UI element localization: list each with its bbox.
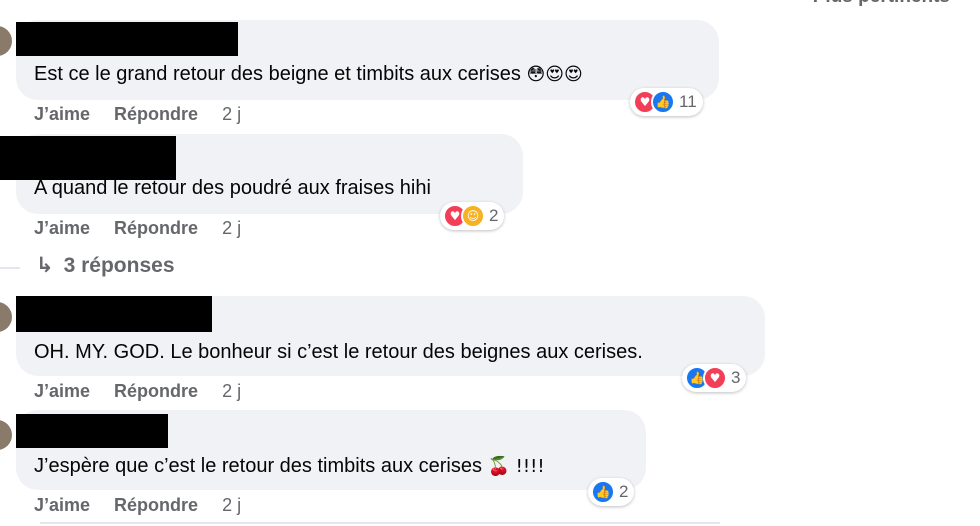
comment-text: Est ce le grand retour des beigne et tim… (34, 63, 583, 85)
reaction-summary[interactable]: 👍 ♥ 3 (682, 364, 747, 392)
reply-button[interactable]: Répondre (114, 495, 198, 516)
comment-timestamp[interactable]: 2 j (222, 495, 241, 516)
replies-count-label: 3 réponses (63, 253, 175, 277)
like-button[interactable]: J’aime (34, 495, 90, 516)
care-reaction-icon: ☺ (461, 204, 485, 228)
reaction-summary[interactable]: ♥ ☺ 2 (440, 202, 505, 230)
reply-button[interactable]: Répondre (114, 381, 198, 402)
comment-actions: J’aime Répondre 2 j (34, 495, 241, 516)
like-button[interactable]: J’aime (34, 104, 90, 125)
redacted-author-name (0, 136, 176, 180)
love-reaction-icon: ♥ (703, 366, 727, 390)
reaction-count: 11 (679, 92, 697, 111)
avatar[interactable] (0, 420, 12, 450)
reply-button[interactable]: Répondre (114, 104, 198, 125)
reaction-count: 2 (619, 482, 629, 501)
avatar[interactable] (0, 26, 12, 56)
like-reaction-icon: 👍 (651, 90, 675, 114)
thread-connector (0, 267, 20, 269)
comment-actions: J’aime Répondre 2 j (34, 104, 241, 125)
reaction-summary[interactable]: ♥ 👍 11 (630, 88, 703, 116)
comment-actions: J’aime Répondre 2 j (34, 381, 241, 402)
reaction-summary[interactable]: 👍 2 (588, 478, 635, 506)
comment-text: J’espère que c’est le retour des timbits… (34, 455, 545, 477)
comment-text: OH. MY. GOD. Le bonheur si c’est le reto… (34, 341, 643, 363)
redacted-author-name (16, 414, 168, 448)
like-button[interactable]: J’aime (34, 381, 90, 402)
comment-bubble: J’espère que c’est le retour des timbits… (16, 410, 646, 490)
cherry-emoji: 🍒 !!!! (487, 456, 545, 477)
comment-timestamp[interactable]: 2 j (222, 104, 241, 125)
reaction-count: 3 (731, 368, 741, 387)
comment-timestamp[interactable]: 2 j (222, 218, 241, 239)
like-reaction-icon: 👍 (591, 480, 615, 504)
reply-arrow-icon: ↳ (36, 254, 54, 277)
avatar[interactable] (0, 302, 12, 332)
comment-bubble: A quand le retour des poudré aux fraises… (0, 134, 523, 214)
like-button[interactable]: J’aime (34, 218, 90, 239)
view-replies-link[interactable]: ↳ 3 réponses (36, 253, 175, 278)
comment-bubble: Est ce le grand retour des beigne et tim… (16, 20, 719, 100)
comment-text: A quand le retour des poudré aux fraises… (34, 177, 431, 199)
comment-timestamp[interactable]: 2 j (222, 381, 241, 402)
comment-bubble: OH. MY. GOD. Le bonheur si c’est le reto… (16, 296, 765, 376)
redacted-author-name (16, 296, 212, 332)
reaction-count: 2 (489, 206, 499, 225)
emoji-group: 😳😍😍 (526, 64, 583, 85)
divider (40, 522, 720, 524)
sort-dropdown[interactable]: Plus pertinents (813, 0, 950, 8)
comment-actions: J’aime Répondre 2 j (34, 218, 241, 239)
reply-button[interactable]: Répondre (114, 218, 198, 239)
redacted-author-name (16, 22, 238, 56)
